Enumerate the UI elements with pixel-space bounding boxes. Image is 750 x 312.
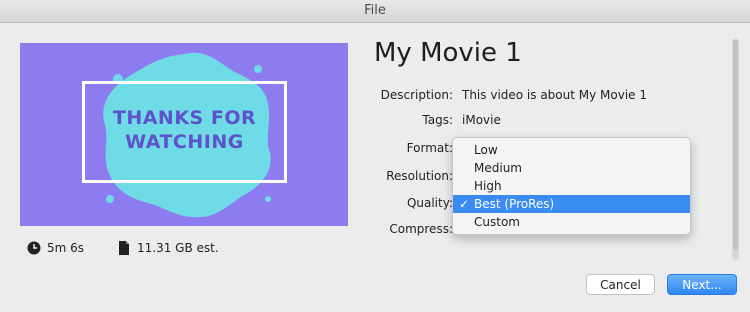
size-info: 11.31 GB est. [117, 239, 219, 257]
quality-option-label: High [474, 179, 502, 193]
scrollbar-thumb[interactable] [733, 40, 738, 250]
movie-preview-thumbnail: THANKS FOR WATCHING [20, 43, 348, 226]
description-label: Description: [380, 88, 453, 102]
checkmark-icon: ✓ [459, 197, 470, 211]
size-text: 11.31 GB est. [137, 241, 219, 255]
quality-option-label: Best (ProRes) [474, 197, 555, 211]
tags-label: Tags: [422, 113, 453, 127]
preview-caption-line1: THANKS FOR [112, 107, 257, 129]
quality-option-label: Custom [474, 215, 520, 229]
movie-title[interactable]: My Movie 1 [374, 38, 522, 68]
compress-label: Compress: [389, 222, 453, 236]
preview-caption: THANKS FOR WATCHING [82, 106, 287, 154]
tags-field[interactable]: iMovie [462, 113, 501, 127]
next-button[interactable]: Next... [667, 274, 737, 295]
preview-caption-line2: WATCHING [125, 131, 244, 153]
resolution-label: Resolution: [386, 169, 453, 183]
format-label: Format: [406, 141, 453, 155]
description-field[interactable]: This video is about My Movie 1 [462, 88, 647, 102]
duration-text: 5m 6s [47, 241, 85, 255]
window-title: File [364, 3, 386, 18]
quality-dropdown-menu[interactable]: Low Medium High ✓ Best (ProRes) Custom [452, 137, 691, 235]
duration-info: 5m 6s [27, 239, 84, 257]
quality-option-low[interactable]: Low [453, 141, 690, 159]
clock-icon [27, 241, 41, 255]
window-titlebar: File [0, 0, 750, 23]
quality-label: Quality: [406, 196, 453, 210]
cancel-button[interactable]: Cancel [586, 274, 655, 295]
document-icon [119, 241, 129, 255]
quality-option-medium[interactable]: Medium [453, 159, 690, 177]
quality-option-label: Medium [474, 161, 522, 175]
quality-option-high[interactable]: High [453, 177, 690, 195]
quality-option-best-prores[interactable]: ✓ Best (ProRes) [453, 195, 690, 213]
quality-option-label: Low [474, 143, 498, 157]
quality-option-custom[interactable]: Custom [453, 213, 690, 231]
